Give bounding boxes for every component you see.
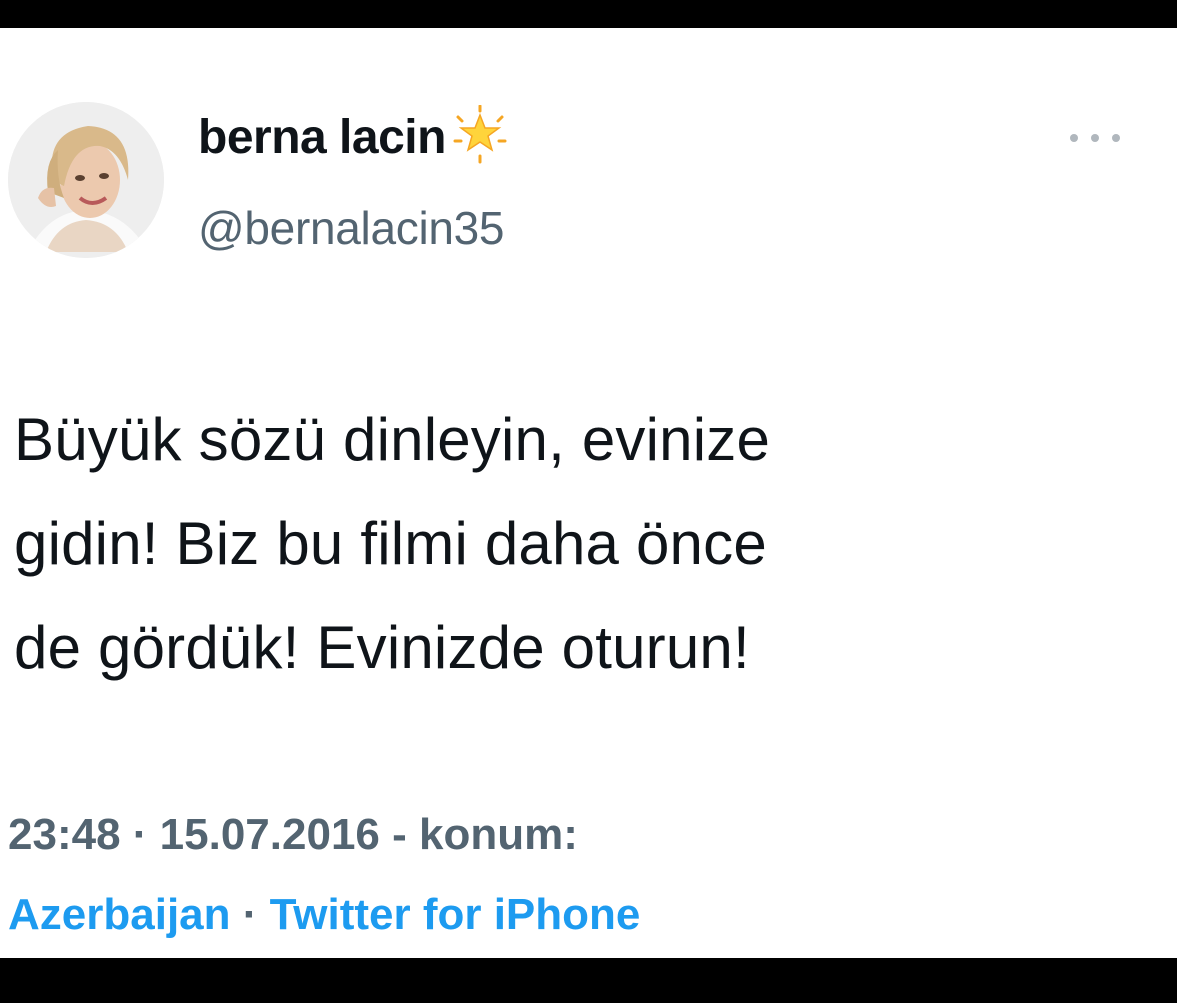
tweet-text-line: Büyük sözü dinleyin, evinize <box>14 406 771 473</box>
more-dot <box>1091 134 1099 142</box>
more-dot <box>1112 134 1120 142</box>
profile-photo <box>8 102 164 258</box>
tweet-text-line: de gördük! Evinizde oturun! <box>14 614 750 681</box>
tweet-text-line: gidin! Biz bu filmi daha önce <box>14 510 767 577</box>
separator-dot: · <box>132 810 148 859</box>
author-display-name[interactable]: berna lacin <box>198 110 446 165</box>
tweet-timestamp-row: 23:48 · 15.07.2016 - konum: <box>8 810 578 860</box>
separator-dot: · <box>242 890 258 939</box>
more-dot <box>1070 134 1078 142</box>
location-prefix: - konum: <box>392 810 578 859</box>
author-name-row: berna lacin <box>198 104 510 165</box>
author-handle[interactable]: @bernalacin35 <box>198 201 505 255</box>
source-client-link[interactable]: Twitter for iPhone <box>270 890 641 939</box>
tweet-date[interactable]: 15.07.2016 <box>160 810 380 859</box>
location-link[interactable]: Azerbaijan <box>8 890 231 939</box>
tweet-source-row: Azerbaijan · Twitter for iPhone <box>8 890 640 940</box>
avatar[interactable] <box>8 102 164 258</box>
tweet-card: berna lacin @bernalacin35 Büyük sözü din… <box>0 28 1177 958</box>
more-options-icon[interactable] <box>1070 128 1120 148</box>
tweet-time[interactable]: 23:48 <box>8 810 121 859</box>
glowing-star-icon <box>453 104 507 163</box>
tweet-text: Büyük sözü dinleyin, evinize gidin! Biz … <box>14 388 1164 700</box>
